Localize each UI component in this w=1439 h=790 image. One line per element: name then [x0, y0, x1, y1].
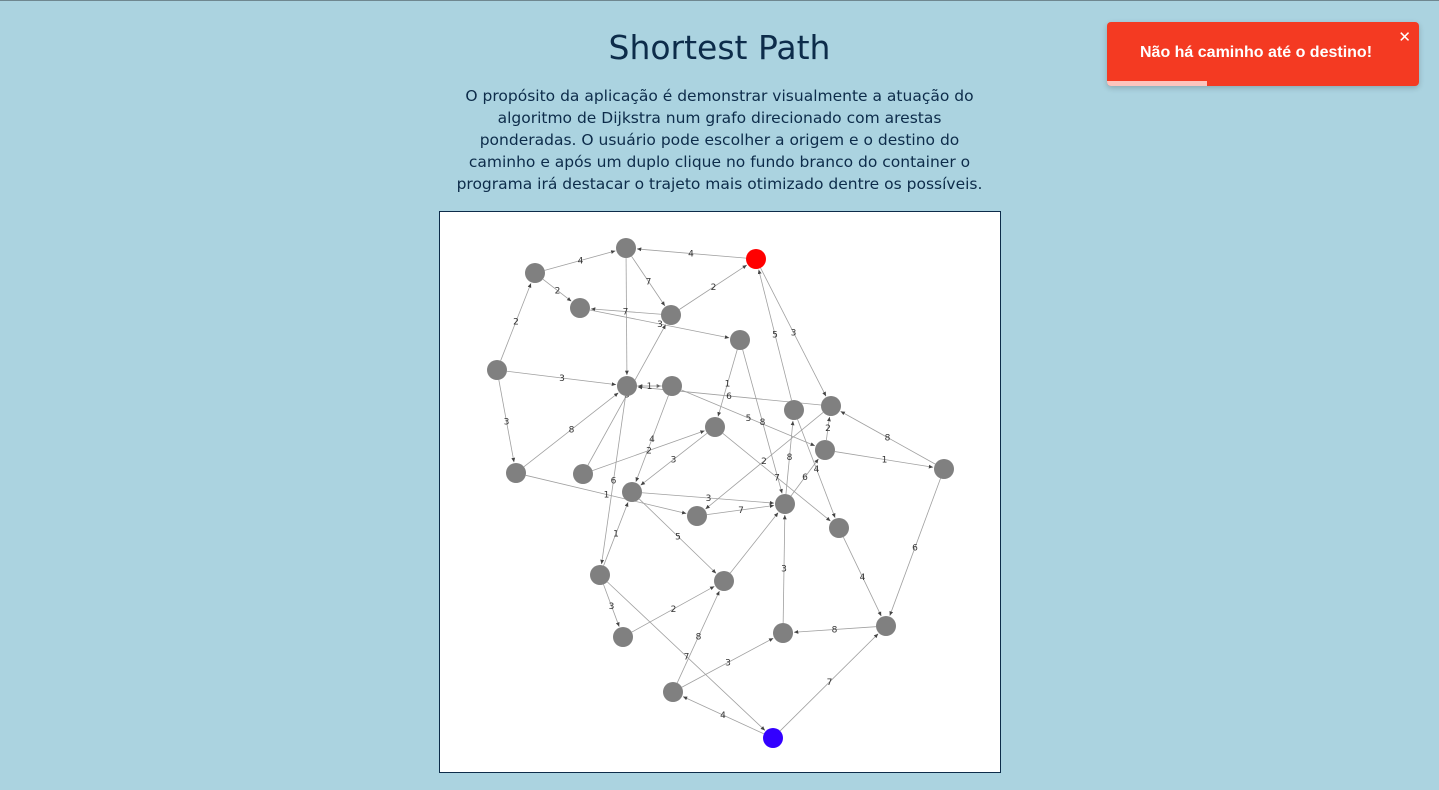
edge-weight-label: 3 [781, 565, 787, 575]
graph-node[interactable] [775, 494, 795, 514]
edge-weight-label: 2 [646, 447, 652, 457]
graph-node[interactable] [821, 396, 841, 416]
graph-node[interactable] [705, 417, 725, 437]
graph-node[interactable] [622, 482, 642, 502]
graph-node[interactable] [506, 463, 526, 483]
toast-progress-bar [1107, 81, 1207, 86]
edge-weight-label: 7 [738, 506, 744, 516]
page-description: O propósito da aplicação é demonstrar vi… [456, 87, 983, 193]
edge-weight-label: 2 [513, 318, 519, 328]
origin-node[interactable] [746, 249, 766, 269]
edge-weight-label: 3 [657, 320, 663, 330]
edge-weight-label: 1 [882, 456, 888, 466]
edge-weight-label: 2 [555, 287, 561, 297]
graph-node[interactable] [573, 464, 593, 484]
edge-weight-label: 2 [711, 283, 717, 293]
close-icon[interactable]: ✕ [1398, 27, 1411, 47]
edge-weight-label: 8 [787, 453, 793, 463]
edge-weight-label: 1 [725, 380, 731, 390]
graph-node[interactable] [730, 330, 750, 350]
toast-progress-track [1107, 81, 1419, 86]
edge-weight-label: 4 [814, 465, 820, 475]
edge-weight-label: 1 [604, 491, 610, 501]
graph-node[interactable] [876, 616, 896, 636]
error-toast[interactable]: Não há caminho até o destino! ✕ [1107, 22, 1419, 86]
edges-layer [498, 247, 941, 735]
edge-weight-label: 3 [504, 418, 510, 428]
edge-weight-label: 3 [559, 374, 565, 384]
edge-weight-label: 4 [688, 250, 694, 260]
edge-weight-label: 4 [578, 257, 584, 267]
edge-weight-label: 8 [832, 626, 838, 636]
graph-node[interactable] [662, 376, 682, 396]
graph-node[interactable] [487, 360, 507, 380]
graph-edge [729, 512, 779, 574]
graph-node[interactable] [525, 263, 545, 283]
edge-weight-label: 7 [827, 678, 833, 688]
graph-node[interactable] [613, 627, 633, 647]
edge-weight-label: 7 [684, 653, 690, 663]
graph-node[interactable] [661, 305, 681, 325]
edge-weight-label: 8 [696, 633, 702, 643]
graph-node[interactable] [934, 459, 954, 479]
edge-weight-label: 2 [825, 424, 831, 434]
edge-weight-label: 7 [623, 308, 629, 318]
edge-weight-label: 4 [860, 573, 866, 583]
graph-node[interactable] [829, 518, 849, 538]
edge-weight-label: 8 [569, 426, 575, 436]
nodes-layer [487, 238, 954, 748]
edge-weight-label: 4 [649, 435, 655, 445]
edge-weight-label: 1 [647, 382, 653, 392]
edge-weight-label: 4 [720, 711, 726, 721]
edge-weight-label: 3 [609, 602, 615, 612]
edge-weight-label: 6 [802, 473, 808, 483]
graph-node[interactable] [617, 376, 637, 396]
graph-node[interactable] [714, 571, 734, 591]
graph-node[interactable] [663, 682, 683, 702]
edge-weight-label: 3 [671, 456, 677, 466]
edge-labels-layer: 4427273233135165854237812886137241653468… [504, 250, 919, 722]
edge-weight-label: 6 [611, 477, 617, 487]
edge-weight-label: 3 [791, 329, 797, 339]
graph-node[interactable] [570, 298, 590, 318]
edge-weight-label: 8 [885, 434, 891, 444]
graph-node[interactable] [773, 623, 793, 643]
edge-weight-label: 7 [646, 278, 652, 288]
graph-node[interactable] [616, 238, 636, 258]
graph-node[interactable] [590, 565, 610, 585]
edge-weight-label: 1 [613, 530, 619, 540]
edge-weight-label: 2 [671, 605, 677, 615]
graph-node[interactable] [784, 400, 804, 420]
edge-weight-label: 5 [746, 414, 752, 424]
edge-weight-label: 3 [725, 659, 731, 669]
edge-weight-label: 8 [760, 418, 766, 428]
toast-message: Não há caminho até o destino! [1139, 44, 1373, 61]
edge-weight-label: 6 [726, 392, 732, 402]
graph-node[interactable] [687, 506, 707, 526]
graph-container[interactable]: 4427273233135165854237812886137241653468… [439, 211, 1001, 773]
edge-weight-label: 5 [675, 533, 681, 543]
graph-canvas[interactable]: 4427273233135165854237812886137241653468… [440, 212, 1000, 772]
edge-weight-label: 6 [912, 544, 918, 554]
edge-weight-label: 5 [772, 331, 778, 341]
edge-weight-label: 2 [761, 457, 767, 467]
edge-weight-label: 3 [706, 494, 712, 504]
edge-weight-label: 7 [774, 474, 780, 484]
destination-node[interactable] [763, 728, 783, 748]
graph-node[interactable] [815, 440, 835, 460]
